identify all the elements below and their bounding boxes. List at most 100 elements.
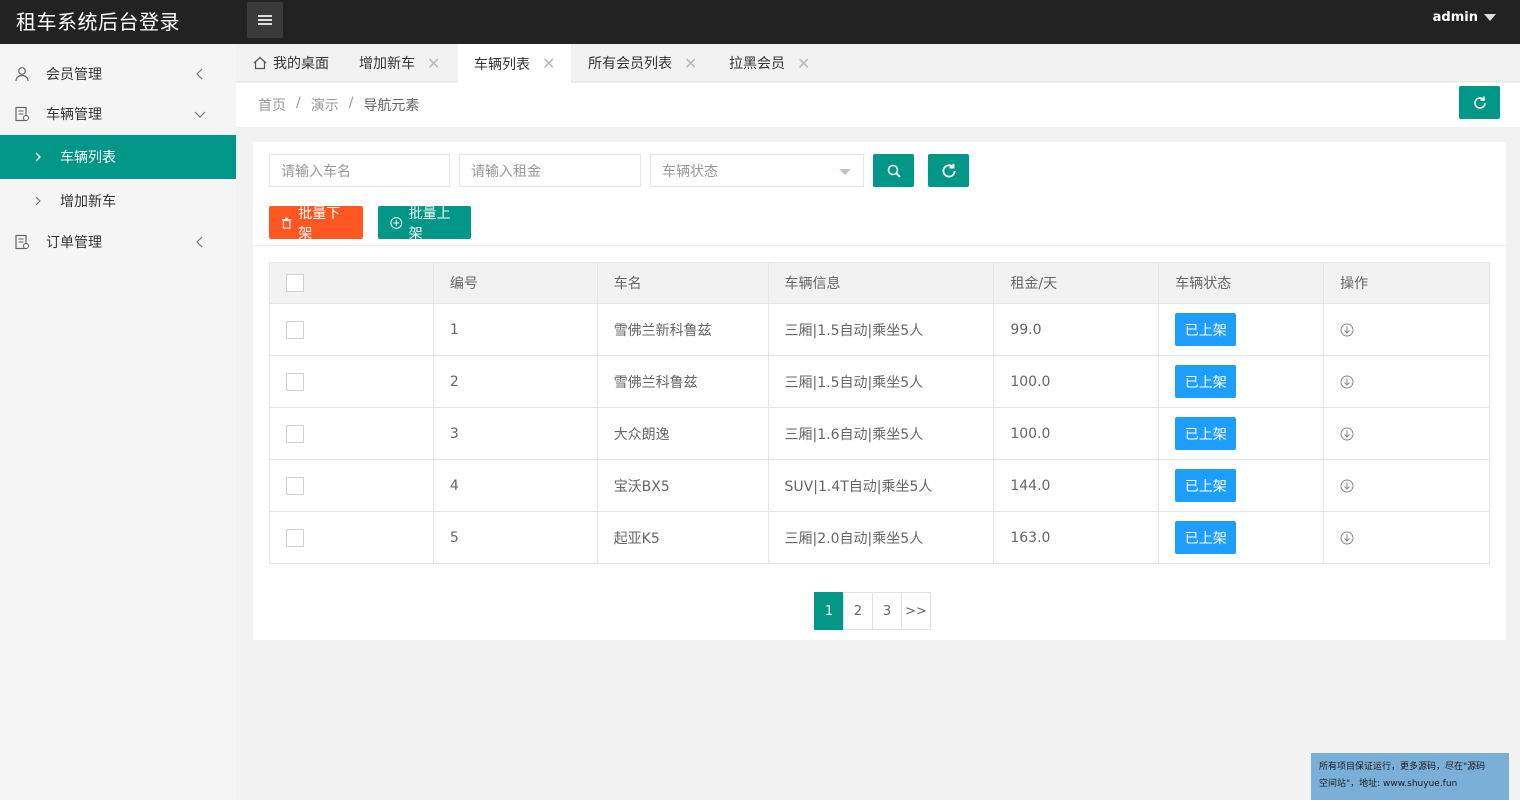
cell-status: 已上架 [1158, 511, 1325, 564]
row-checkbox[interactable] [286, 476, 304, 495]
download-circle-icon[interactable] [1340, 479, 1354, 493]
close-icon[interactable]: ✕ [797, 54, 810, 73]
vehicle-table: 编号 车名 车辆信息 租金/天 车辆状态 操作 1 雪佛兰新科鲁兹 三厢|1.5… [269, 262, 1490, 564]
sidebar-subitem-label: 增加新车 [60, 194, 116, 210]
refresh-icon [1473, 96, 1486, 109]
cell-rent: 144.0 [993, 459, 1160, 512]
tab-vehicle-list[interactable]: 车辆列表 ✕ [458, 44, 571, 83]
cell-id: 5 [432, 511, 598, 564]
status-button[interactable]: 已上架 [1175, 313, 1237, 346]
sidebar-item-orders[interactable]: 订单管理 [0, 222, 236, 262]
user-name: admin [1432, 10, 1478, 25]
tab-label: 所有会员列表 [588, 56, 672, 72]
close-icon[interactable]: ✕ [542, 54, 555, 73]
rent-input[interactable]: 请输入租金 [459, 154, 641, 187]
batch-off-shelf-button[interactable]: 批量下架 [269, 206, 363, 242]
document-icon [15, 234, 30, 250]
sidebar-item-label: 车辆管理 [46, 107, 102, 123]
table-row: 2 雪佛兰科鲁兹 三厢|1.5自动|乘坐5人 100.0 已上架 [269, 355, 1490, 408]
sidebar-item-members[interactable]: 会员管理 [0, 54, 236, 94]
cell-actions [1323, 303, 1490, 356]
close-icon[interactable]: ✕ [427, 54, 440, 73]
status-button[interactable]: 已上架 [1175, 417, 1237, 450]
cell-actions [1323, 459, 1490, 512]
tab-all-members[interactable]: 所有会员列表 ✕ [588, 44, 697, 82]
column-header-status: 车辆状态 [1158, 262, 1325, 304]
watermark-line: 空间站"，地址: www.shuyue.fun [1319, 779, 1458, 789]
download-circle-icon[interactable] [1340, 427, 1354, 441]
column-header-id: 编号 [432, 262, 598, 304]
row-checkbox[interactable] [286, 372, 304, 391]
cell-info: SUV|1.4T自动|乘坐5人 [767, 459, 995, 512]
cell-id: 4 [432, 459, 598, 512]
cell-id: 3 [432, 407, 598, 460]
row-checkbox[interactable] [286, 528, 304, 547]
reset-button[interactable] [928, 154, 969, 187]
sidebar-subitem-add-vehicle[interactable]: 增加新车 [0, 179, 236, 223]
row-checkbox-cell [269, 511, 434, 564]
column-header-info: 车辆信息 [767, 262, 995, 304]
tab-desktop[interactable]: 我的桌面 [253, 44, 329, 82]
cell-actions [1323, 511, 1490, 564]
cell-name: 大众朗逸 [596, 407, 769, 460]
user-menu[interactable]: admin [1433, 10, 1496, 25]
row-checkbox[interactable] [286, 424, 304, 443]
cell-name: 宝沃BX5 [596, 459, 769, 512]
chevron-left-icon [196, 236, 203, 248]
search-button[interactable] [873, 154, 914, 187]
chevron-right-icon [35, 152, 41, 162]
page-3-button[interactable]: 3 [872, 592, 902, 630]
cell-name: 雪佛兰科鲁兹 [596, 355, 769, 408]
car-name-input[interactable]: 请输入车名 [269, 154, 450, 187]
vehicle-status-placeholder: 车辆状态 [662, 163, 718, 180]
breadcrumb: 首页 / 演示 / 导航元素 [258, 95, 419, 115]
download-circle-icon[interactable] [1340, 323, 1354, 337]
caret-down-icon [1484, 14, 1496, 21]
row-checkbox-cell [269, 459, 434, 512]
rent-placeholder: 请输入租金 [471, 163, 541, 180]
cell-info: 三厢|1.5自动|乘坐5人 [767, 355, 995, 408]
tab-add-vehicle[interactable]: 增加新车 ✕ [359, 44, 440, 82]
vehicle-status-select[interactable]: 车辆状态 [650, 154, 864, 187]
cell-status: 已上架 [1158, 459, 1325, 512]
next-page-button[interactable]: >> [901, 592, 931, 630]
chevron-left-icon [196, 68, 203, 80]
close-icon[interactable]: ✕ [684, 54, 697, 73]
sidebar-item-label: 会员管理 [46, 67, 102, 83]
cell-rent: 163.0 [993, 511, 1160, 564]
table-row: 5 起亚K5 三厢|2.0自动|乘坐5人 163.0 已上架 [269, 511, 1490, 564]
breadcrumb-home[interactable]: 首页 [258, 95, 286, 115]
sidebar-subitem-vehicle-list[interactable]: 车辆列表 [0, 135, 236, 179]
tab-label: 我的桌面 [273, 56, 329, 72]
breadcrumb-demo[interactable]: 演示 [311, 95, 339, 115]
row-checkbox-cell [269, 303, 434, 356]
page-refresh-button[interactable] [1459, 86, 1500, 119]
pagination: 1 2 3 >> [814, 592, 931, 630]
top-header: 租车系统后台登录 admin [0, 0, 1520, 44]
select-all-checkbox[interactable] [286, 274, 304, 292]
table-row: 4 宝沃BX5 SUV|1.4T自动|乘坐5人 144.0 已上架 [269, 459, 1490, 512]
column-header-rent: 租金/天 [993, 262, 1160, 304]
row-checkbox[interactable] [286, 320, 304, 339]
sidebar-subitem-label: 车辆列表 [60, 150, 116, 166]
menu-toggle-button[interactable] [247, 2, 283, 38]
status-button[interactable]: 已上架 [1175, 521, 1237, 554]
divider [253, 245, 1506, 246]
tab-blacklist-members[interactable]: 拉黑会员 ✕ [729, 44, 810, 82]
cell-rent: 100.0 [993, 355, 1160, 408]
hamburger-icon [258, 15, 272, 25]
status-button[interactable]: 已上架 [1175, 365, 1237, 398]
status-button[interactable]: 已上架 [1175, 469, 1237, 502]
page-1-button[interactable]: 1 [814, 592, 844, 630]
download-circle-icon[interactable] [1340, 531, 1354, 545]
breadcrumb-separator: / [296, 95, 301, 111]
download-circle-icon[interactable] [1340, 375, 1354, 389]
sidebar-item-vehicles[interactable]: 车辆管理 [0, 94, 236, 134]
cell-actions [1323, 355, 1490, 408]
batch-on-label: 批量上架 [408, 205, 451, 242]
cell-status: 已上架 [1158, 355, 1325, 408]
breadcrumb-bar: 首页 / 演示 / 导航元素 [236, 83, 1520, 127]
column-header-actions: 操作 [1323, 262, 1490, 304]
page-2-button[interactable]: 2 [843, 592, 873, 630]
batch-on-shelf-button[interactable]: 批量上架 [378, 206, 471, 242]
